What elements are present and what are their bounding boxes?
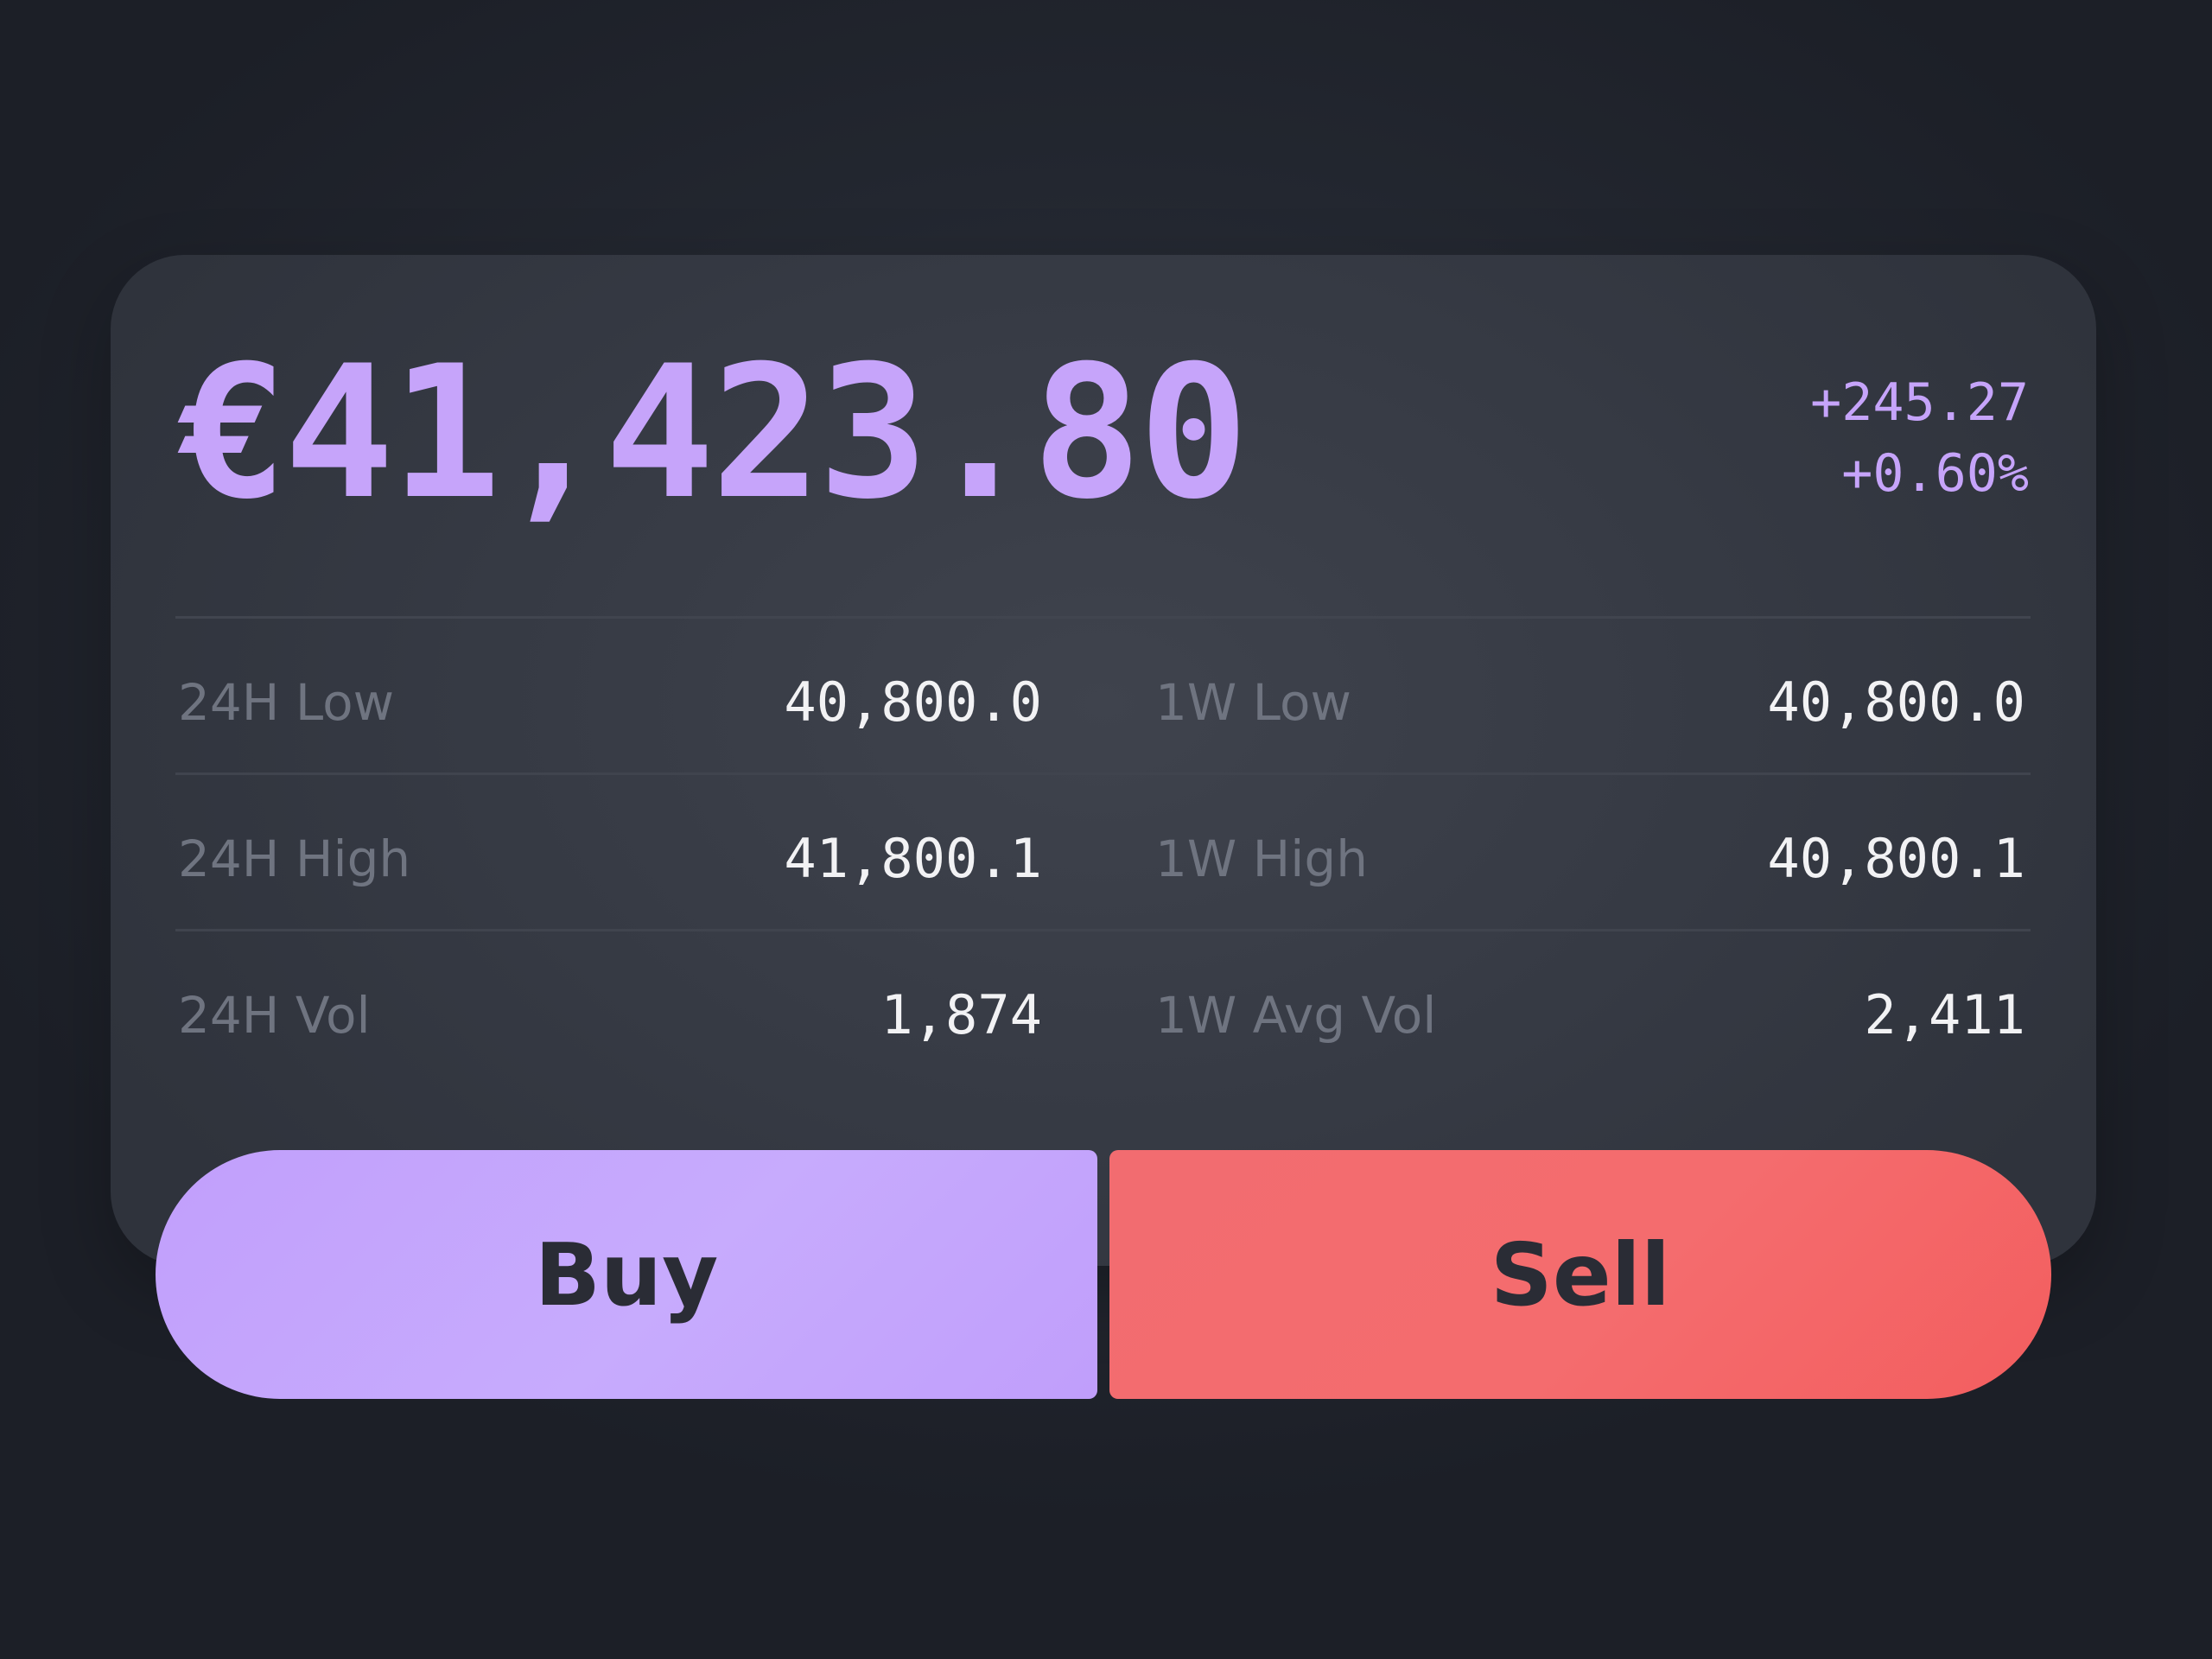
stat-value-1w-low: 40,800.0	[1767, 671, 2025, 734]
stats-row: 24H High 41,800.1 1W High 40,800.1	[175, 775, 2031, 931]
stat-value-24h-high: 41,800.1	[784, 827, 1042, 890]
stat-label-24h-vol: 24H Vol	[178, 986, 371, 1045]
stat-label-1w-avg-vol: 1W Avg Vol	[1155, 986, 1437, 1045]
buy-button[interactable]: Buy	[156, 1150, 1097, 1399]
stat-value-1w-high: 40,800.1	[1767, 827, 2025, 890]
price-change-percent: +0.60%	[1841, 443, 2029, 504]
stat-label-1w-high: 1W High	[1155, 830, 1368, 888]
stats-row: 24H Low 40,800.0 1W Low 40,800.0	[175, 619, 2031, 775]
stat-value-24h-low: 40,800.0	[784, 671, 1042, 734]
stat-label-24h-low: 24H Low	[178, 673, 395, 732]
sell-button[interactable]: Sell	[1109, 1150, 2051, 1399]
price-change-absolute: +245.27	[1810, 372, 2029, 433]
stat-value-1w-avg-vol: 2,411	[1864, 983, 2025, 1046]
stats-table: 24H Low 40,800.0 1W Low 40,800.0 24H Hig…	[175, 616, 2031, 1085]
stat-label-1w-low: 1W Low	[1155, 673, 1351, 732]
stats-row: 24H Vol 1,874 1W Avg Vol 2,411	[175, 931, 2031, 1085]
stat-value-24h-vol: 1,874	[880, 983, 1042, 1046]
current-price: €41,423.80	[177, 326, 1249, 539]
stat-label-24h-high: 24H High	[178, 830, 411, 888]
